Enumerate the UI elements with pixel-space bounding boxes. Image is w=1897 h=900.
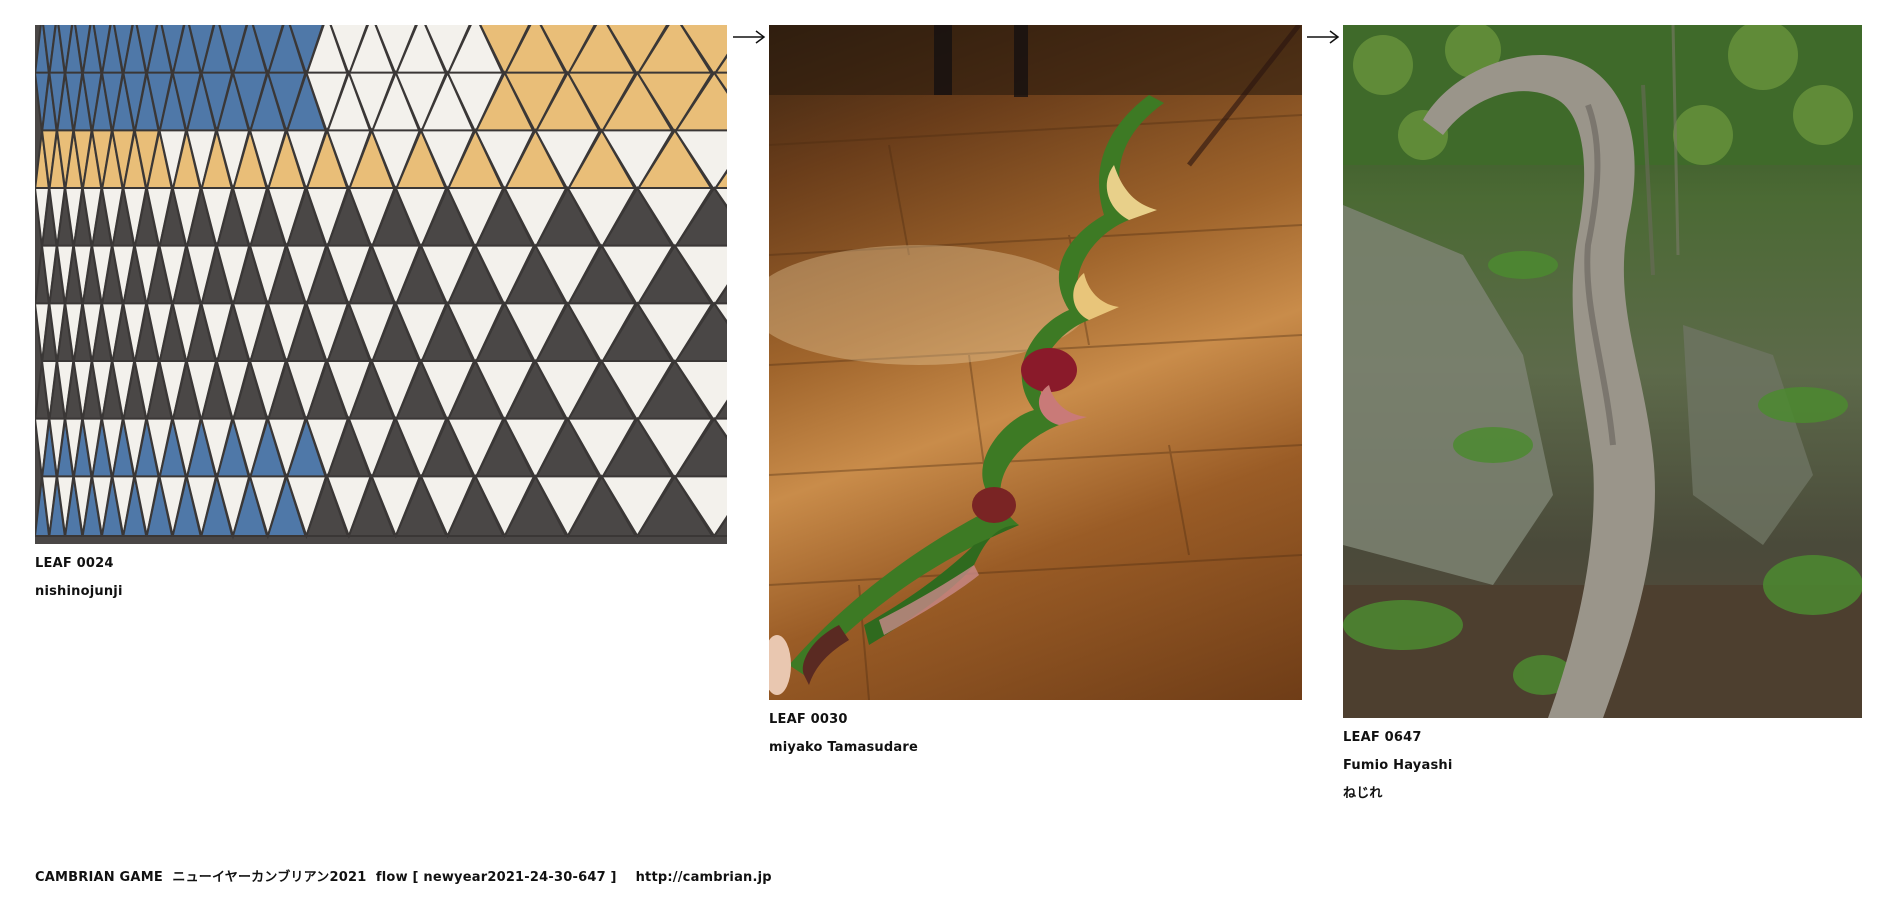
right-arrow-icon (733, 30, 766, 44)
leaf-title: LEAF 0024 (35, 556, 114, 571)
right-arrow-icon (1307, 30, 1340, 44)
leaf-note: ねじれ (1343, 786, 1383, 801)
footer-url[interactable]: http://cambrian.jp (636, 870, 772, 885)
twisted-leaf-image (769, 25, 1302, 700)
footer-event: ニューイヤーカンブリアン2021 (172, 870, 367, 885)
leaf-author: Fumio Hayashi (1343, 758, 1453, 773)
leaf-author: nishinojunji (35, 584, 123, 599)
leaf-card-0647: LEAF 0647 Fumio Hayashi ねじれ (1343, 25, 1862, 803)
leaf-photo-forest-vine[interactable] (1343, 25, 1862, 718)
footer-flow: flow [ newyear2021-24-30-647 ] (375, 870, 617, 885)
leaf-card-0024: LEAF 0024 nishinojunji (35, 25, 727, 601)
leaf-photo-tile-wall[interactable] (35, 25, 727, 544)
leaf-author: miyako Tamasudare (769, 740, 918, 755)
tile-wall-image (35, 25, 727, 540)
leaf-title: LEAF 0647 (1343, 730, 1422, 745)
leaf-photo-twisted-leaf[interactable] (769, 25, 1302, 700)
leaf-card-0030: LEAF 0030 miyako Tamasudare (769, 25, 1302, 757)
leaf-title: LEAF 0030 (769, 712, 848, 727)
forest-vine-image (1343, 25, 1862, 718)
footer-brand: CAMBRIAN GAME (35, 870, 163, 885)
page: LEAF 0024 nishinojunji LEAF 0030 miyako … (0, 0, 1897, 900)
footer-credits: CAMBRIAN GAME ニューイヤーカンブリアン2021 flow [ ne… (35, 866, 772, 885)
